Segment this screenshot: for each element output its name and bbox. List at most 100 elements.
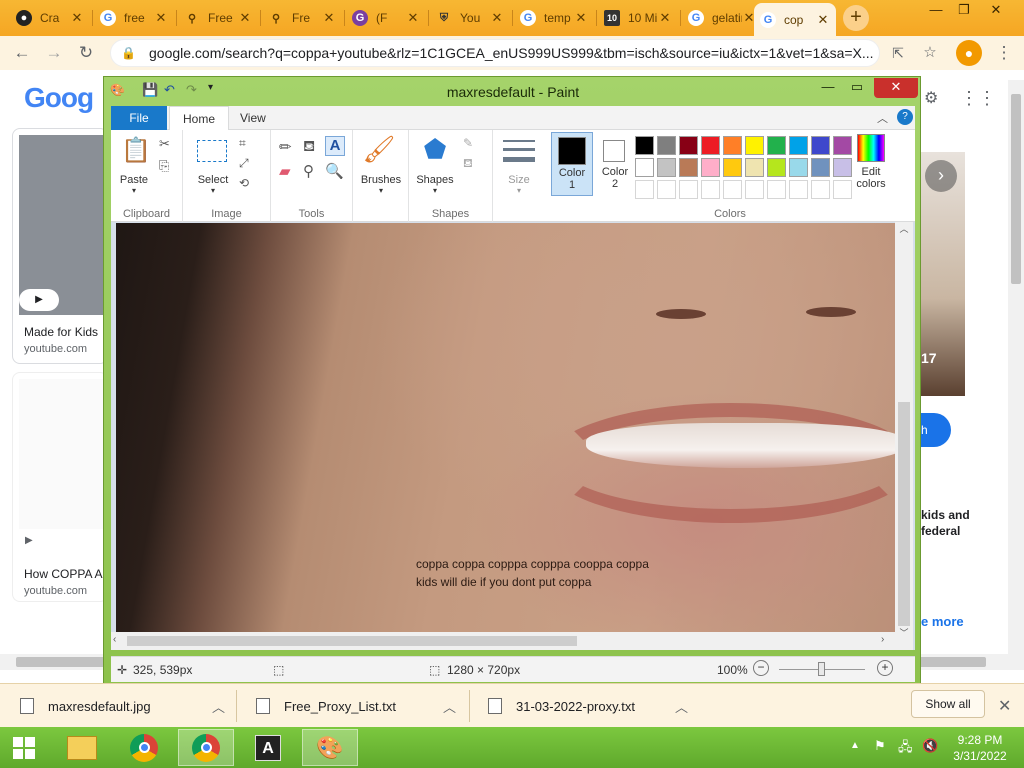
browser-tab-active[interactable]: G cop ✕ <box>754 3 836 36</box>
color-swatch[interactable] <box>745 158 764 177</box>
download-item[interactable]: maxresdefault.jpg ︿ <box>20 684 225 728</box>
brush-icon[interactable]: 🖌 <box>361 134 397 166</box>
color-swatch[interactable] <box>811 180 830 199</box>
close-downloads-icon[interactable]: ✕ <box>998 696 1011 716</box>
shapes-button[interactable]: Shapes <box>409 174 461 186</box>
zoom-out-button[interactable]: − <box>753 660 769 676</box>
back-arrow-icon[interactable]: ← <box>10 41 34 65</box>
profile-avatar-icon[interactable]: ● <box>956 40 982 66</box>
browser-tab[interactable]: G gelatin ✕ <box>682 3 762 33</box>
color-swatch[interactable] <box>723 136 742 155</box>
color-swatch[interactable] <box>657 180 676 199</box>
dropdown-icon[interactable]: ▾ <box>493 186 545 195</box>
apps-grid-icon[interactable]: ⋮⋮ <box>960 88 996 109</box>
pencil-icon[interactable]: ✏ <box>279 138 292 156</box>
browser-tab[interactable]: G (F ✕ <box>346 3 426 33</box>
shapes-icon[interactable]: ⬟ <box>417 134 453 166</box>
browser-tab[interactable]: ● Cra ✕ <box>10 3 90 33</box>
zoom-in-button[interactable]: + <box>877 660 893 676</box>
color1-button[interactable]: Color 1 <box>551 132 593 196</box>
address-bar[interactable]: 🔒 google.com/search?q=coppa+youtube&rlz=… <box>110 39 880 67</box>
color-swatch[interactable] <box>833 136 852 155</box>
color-swatch[interactable] <box>767 180 786 199</box>
tab-home[interactable]: Home <box>169 106 230 130</box>
edit-colors-icon[interactable] <box>857 134 885 162</box>
maximize-icon[interactable]: ▭ <box>842 78 872 98</box>
text-tool-icon[interactable]: A <box>325 136 345 156</box>
rotate-icon[interactable]: ⟲ <box>239 176 249 190</box>
help-icon[interactable]: ? <box>897 109 913 125</box>
browser-tab[interactable]: ⛨ You ✕ <box>430 3 510 33</box>
color-swatch[interactable] <box>767 158 786 177</box>
dropdown-icon[interactable]: ▾ <box>409 186 461 195</box>
system-clock[interactable]: 9:28 PM 3/31/2022 <box>940 732 1020 764</box>
close-tab-icon[interactable]: ✕ <box>574 10 588 26</box>
resize-icon[interactable]: ⤢ <box>239 156 249 171</box>
color-swatch[interactable] <box>679 136 698 155</box>
size-line-icon[interactable] <box>503 140 535 142</box>
chrome-profile-taskbar-icon[interactable] <box>178 729 234 766</box>
color-swatch[interactable] <box>679 158 698 177</box>
color-swatch[interactable] <box>811 158 830 177</box>
color-swatch[interactable] <box>701 158 720 177</box>
edit-colors-button[interactable]: Edit <box>849 166 893 178</box>
see-more-link[interactable]: e more <box>921 614 964 629</box>
tab-view[interactable]: View <box>227 106 279 130</box>
browser-tab[interactable]: ⚲ Free ✕ <box>178 3 258 33</box>
network-icon[interactable]: 🖧 <box>898 738 913 760</box>
download-item[interactable]: Free_Proxy_List.txt ︿ <box>256 684 456 728</box>
magnifier-icon[interactable]: 🔍 <box>325 162 344 180</box>
next-arrow-icon[interactable]: › <box>925 160 957 192</box>
color-swatch[interactable] <box>701 180 720 199</box>
close-window-icon[interactable]: ✕ <box>982 0 1010 22</box>
share-icon[interactable]: ⇱ <box>886 41 910 65</box>
show-all-button[interactable]: Show all <box>911 690 985 718</box>
canvas-horizontal-scrollbar[interactable]: ‹ › <box>111 632 895 650</box>
collapse-ribbon-icon[interactable]: ︿ <box>877 110 888 126</box>
close-tab-icon[interactable]: ✕ <box>238 10 252 26</box>
kebab-menu-icon[interactable]: ⋮ <box>992 41 1016 65</box>
color-swatch[interactable] <box>789 136 808 155</box>
color-swatch[interactable] <box>745 180 764 199</box>
color2-button[interactable]: Color 2 <box>595 132 635 196</box>
close-tab-icon[interactable]: ✕ <box>70 10 84 26</box>
color-swatch[interactable] <box>657 158 676 177</box>
close-tab-icon[interactable]: ✕ <box>490 10 504 26</box>
color-swatch[interactable] <box>635 180 654 199</box>
browser-tab[interactable]: G free ✕ <box>94 3 174 33</box>
close-tab-icon[interactable]: ✕ <box>658 10 672 26</box>
new-tab-button[interactable]: + <box>843 5 869 31</box>
brushes-button[interactable]: Brushes <box>353 174 409 186</box>
select-button[interactable]: Select <box>191 174 235 186</box>
color-swatch[interactable] <box>679 180 698 199</box>
color-swatch[interactable] <box>635 136 654 155</box>
dropdown-icon[interactable]: ▾ <box>191 186 235 195</box>
close-tab-icon[interactable]: ✕ <box>406 10 420 26</box>
download-item[interactable]: 31-03-2022-proxy.txt ︿ <box>488 684 688 728</box>
color-swatch[interactable] <box>723 180 742 199</box>
page-scrollbar[interactable] <box>1008 80 1024 670</box>
font-app-taskbar-icon[interactable]: A <box>240 729 296 766</box>
color-swatch[interactable] <box>635 158 654 177</box>
show-hidden-icons[interactable]: ▲ <box>850 740 860 751</box>
settings-gear-icon[interactable]: ⚙ <box>924 88 938 108</box>
canvas-image[interactable]: coppa coppa copppa copppa cooppa coppa k… <box>116 223 896 635</box>
action-center-flag-icon[interactable]: ⚑ <box>874 738 886 754</box>
close-tab-icon[interactable]: ✕ <box>154 10 168 26</box>
file-explorer-taskbar-icon[interactable] <box>54 729 110 766</box>
paste-button[interactable]: Paste <box>115 174 153 186</box>
fill-icon[interactable]: ⛾ <box>463 156 473 172</box>
google-logo[interactable]: Goog <box>24 82 94 114</box>
cut-icon[interactable]: ✂ <box>159 136 170 152</box>
restore-icon[interactable]: ❐ <box>950 0 978 22</box>
close-tab-icon[interactable]: ✕ <box>816 12 830 28</box>
chrome-taskbar-icon[interactable] <box>116 729 172 766</box>
file-menu-button[interactable]: File <box>111 106 167 130</box>
color-swatch[interactable] <box>701 136 720 155</box>
start-button[interactable] <box>0 729 48 766</box>
color-swatch[interactable] <box>811 136 830 155</box>
chevron-up-icon[interactable]: ︿ <box>675 697 688 716</box>
browser-tab[interactable]: ⚲ Fre ✕ <box>262 3 342 33</box>
fill-bucket-icon[interactable]: ⛾ <box>303 138 315 157</box>
paint-taskbar-icon[interactable]: 🎨 <box>302 729 358 766</box>
